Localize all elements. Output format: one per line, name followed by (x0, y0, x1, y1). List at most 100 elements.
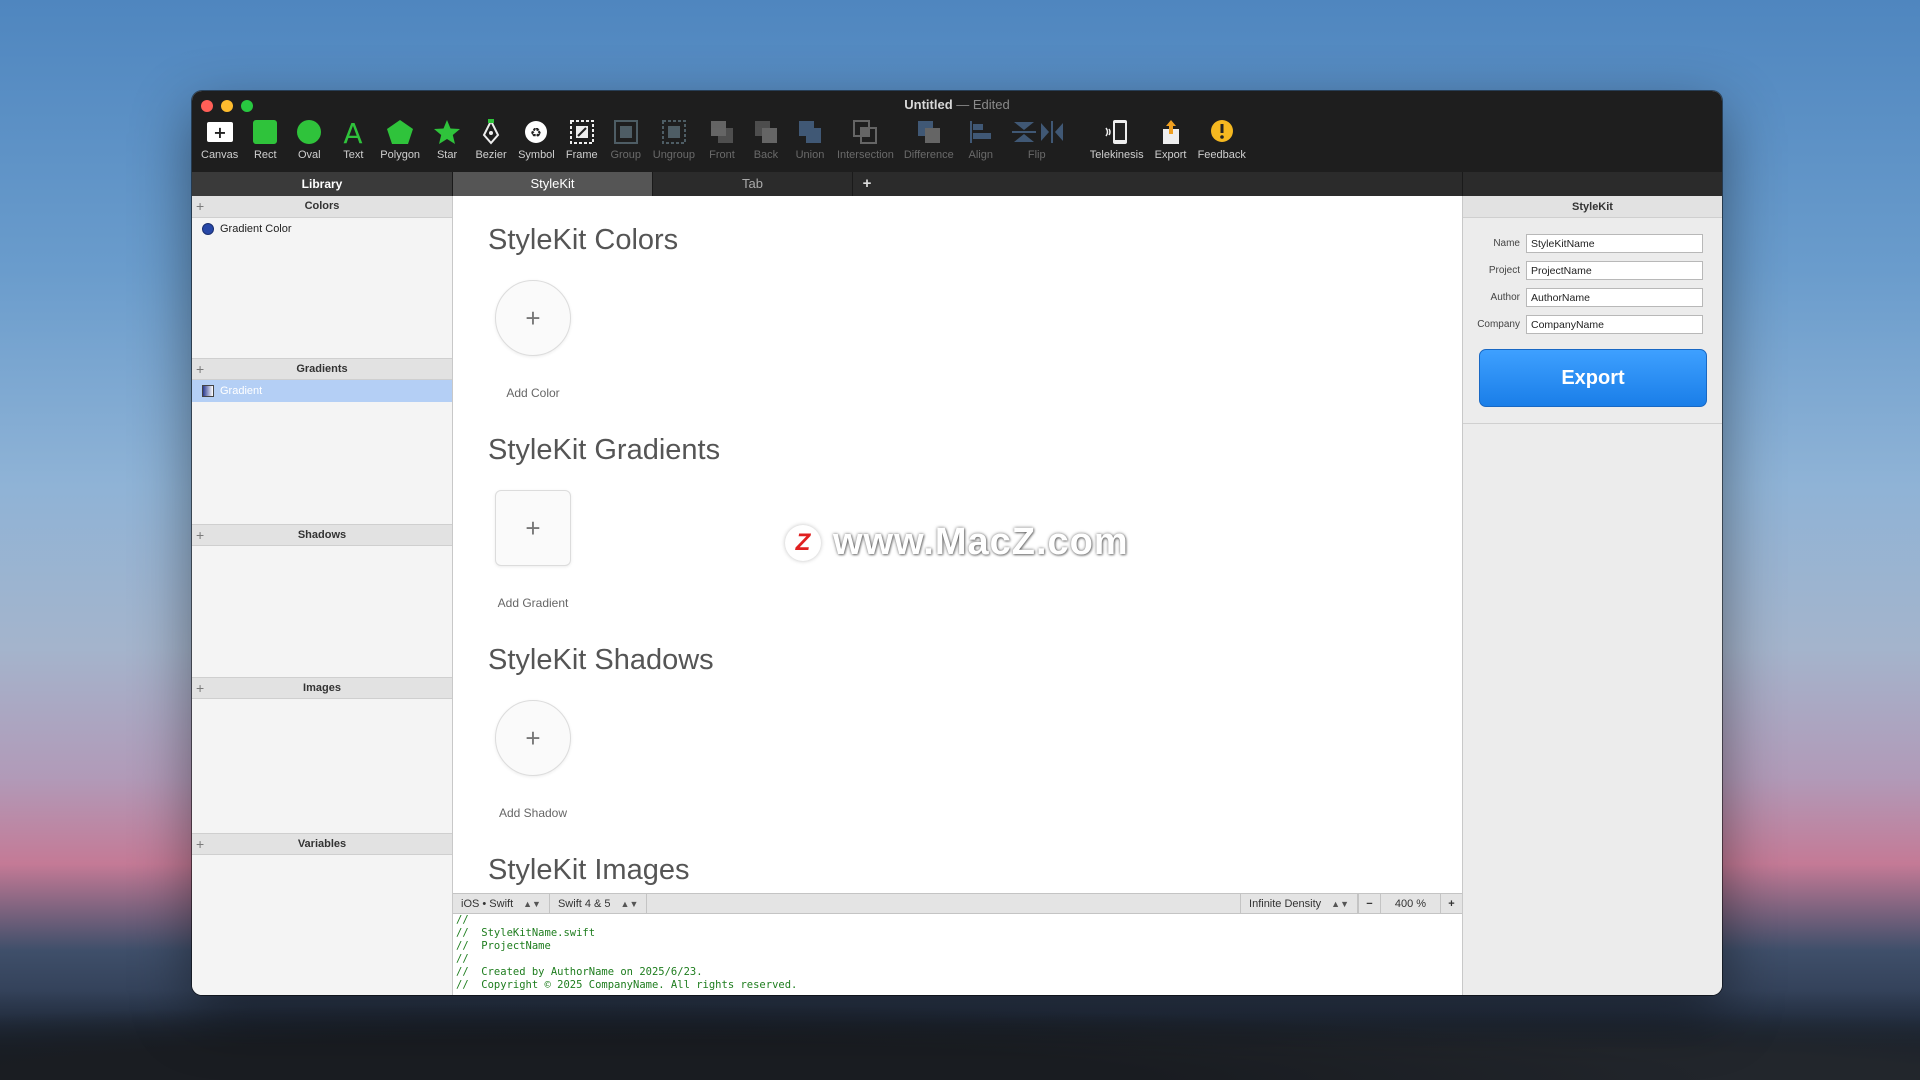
toolbar-label: Difference (903, 149, 954, 161)
toolbar-group-button[interactable]: Group (606, 117, 646, 161)
list-item-label: Gradient (220, 385, 263, 397)
language-version-select[interactable]: Swift 4 & 5 ▲▼ (550, 894, 648, 913)
tab-stylekit[interactable]: StyleKit (453, 172, 653, 196)
toolbar-label: Feedback (1197, 149, 1246, 161)
add-color-plus-icon[interactable]: + (196, 196, 204, 216)
list-item-label: Gradient Color (220, 223, 292, 235)
canvas-icon: + (203, 117, 237, 147)
gradients-list: Gradient (192, 380, 452, 524)
toolbar-label: Symbol (518, 149, 555, 161)
toolbar-align-button[interactable]: Align (961, 117, 1001, 161)
add-tab-button[interactable]: + (853, 172, 881, 196)
colors-section-header: + Colors (192, 196, 452, 218)
toolbar-label: Export (1154, 149, 1187, 161)
zoom-out-button[interactable]: − (1358, 894, 1380, 913)
add-gradient-plus-icon[interactable]: + (196, 359, 204, 379)
toolbar-rect-button[interactable]: Rect (245, 117, 285, 161)
section-title: Colors (304, 200, 340, 212)
toolbar-canvas-button[interactable]: + Canvas (198, 117, 241, 161)
company-row: Company (1463, 311, 1722, 338)
colors-list: Gradient Color (192, 218, 452, 358)
oval-icon (292, 117, 326, 147)
add-variable-plus-icon[interactable]: + (196, 834, 204, 854)
platform-select[interactable]: iOS • Swift ▲▼ (453, 894, 550, 913)
toolbar-label: Ungroup (652, 149, 695, 161)
project-label: Project (1488, 265, 1520, 276)
variables-section-header: + Variables (192, 833, 452, 855)
zoom-in-button[interactable]: + (1440, 894, 1462, 913)
toolbar-oval-button[interactable]: Oval (289, 117, 329, 161)
title-bar: Untitled — Edited + Canvas Rect Oval A T… (192, 91, 1722, 172)
toolbar-label: Group (610, 149, 642, 161)
app-window: Untitled — Edited + Canvas Rect Oval A T… (192, 91, 1722, 995)
toolbar-union-button[interactable]: Union (790, 117, 830, 161)
toolbar-flip-button[interactable]: Flip (1005, 117, 1069, 161)
align-icon (964, 117, 998, 147)
stylekit-colors-title: StyleKit Colors (488, 224, 679, 256)
toolbar-ungroup-button[interactable]: Ungroup (650, 117, 698, 161)
add-gradient-label: Add Gradient (497, 596, 569, 610)
toolbar-telekinesis-button[interactable]: Telekinesis (1087, 117, 1147, 161)
gradients-section-header: + Gradients (192, 358, 452, 380)
zoom-level: 400 % (1380, 894, 1440, 913)
library-header: Library (192, 172, 453, 196)
name-row: Name (1463, 230, 1722, 257)
toolbar-star-button[interactable]: Star (427, 117, 467, 161)
library-sidebar: + Colors Gradient Color + Gradients Grad… (192, 196, 453, 995)
toolbar-difference-button[interactable]: Difference (901, 117, 957, 161)
add-image-plus-icon[interactable]: + (196, 678, 204, 698)
images-section-header: + Images (192, 677, 452, 699)
toolbar-frame-button[interactable]: Frame (562, 117, 602, 161)
toolbar-polygon-button[interactable]: Polygon (377, 117, 423, 161)
code-options-bar: iOS • Swift ▲▼ Swift 4 & 5 ▲▼ Infinite D… (453, 893, 1462, 914)
name-label: Name (1493, 238, 1520, 249)
toolbar-front-button[interactable]: Front (702, 117, 742, 161)
window-title: Untitled — Edited (192, 97, 1722, 112)
list-item[interactable]: Gradient Color (192, 218, 452, 240)
stepper-arrows-icon: ▲▼ (1331, 898, 1349, 909)
section-title: Variables (297, 838, 347, 850)
add-color-label: Add Color (506, 386, 560, 400)
add-shadow-plus-icon[interactable]: + (196, 525, 204, 545)
stylekit-canvas[interactable]: StyleKit Colors + Add Color StyleKit Gra… (453, 196, 1462, 893)
stepper-arrows-icon: ▲▼ (620, 898, 639, 909)
name-field[interactable] (1526, 234, 1703, 253)
text-icon: A (336, 117, 370, 147)
toolbar-label: Text (343, 149, 364, 161)
export-button[interactable]: Export (1479, 349, 1707, 407)
tab-bar: Library StyleKit Tab + (192, 172, 1722, 196)
tab-bar-spacer (881, 172, 1462, 196)
toolbar-text-button[interactable]: A Text (333, 117, 373, 161)
language-version-value: Swift 4 & 5 (557, 897, 611, 910)
list-item[interactable]: Gradient (192, 380, 452, 402)
union-icon (793, 117, 827, 147)
toolbar-feedback-button[interactable]: Feedback (1195, 117, 1249, 161)
rect-icon (248, 117, 282, 147)
density-value: Infinite Density (1249, 897, 1322, 910)
tab-untitled[interactable]: Tab (653, 172, 853, 196)
add-shadow-button[interactable]: + (495, 700, 571, 776)
add-color-button[interactable]: + (495, 280, 571, 356)
code-line: // StyleKitName.swift (456, 927, 596, 939)
toolbar-label: Frame (565, 149, 598, 161)
section-title: Shadows (297, 529, 347, 541)
density-select[interactable]: Infinite Density ▲▼ (1240, 894, 1358, 913)
add-gradient-button[interactable]: + (495, 490, 571, 566)
code-preview[interactable]: //// StyleKitName.swift// ProjectName///… (453, 914, 1462, 995)
toolbar-label: Back (753, 149, 779, 161)
project-row: Project (1463, 257, 1722, 284)
toolbar-bezier-button[interactable]: Bezier (471, 117, 511, 161)
frame-icon (565, 117, 599, 147)
symbol-icon: ♻ (519, 117, 553, 147)
watermark: Z www.MacZ.com (785, 521, 1129, 564)
toolbar-export-button[interactable]: Export (1151, 117, 1191, 161)
project-field[interactable] (1526, 261, 1703, 280)
toolbar-label: Flip (1027, 149, 1046, 161)
author-field[interactable] (1526, 288, 1703, 307)
toolbar-back-button[interactable]: Back (746, 117, 786, 161)
toolbar-intersection-button[interactable]: Intersection (834, 117, 897, 161)
toolbar-label: Rect (253, 149, 277, 161)
toolbar-symbol-button[interactable]: ♻ Symbol (515, 117, 558, 161)
toolbar-label: Intersection (836, 149, 894, 161)
company-field[interactable] (1526, 315, 1703, 334)
